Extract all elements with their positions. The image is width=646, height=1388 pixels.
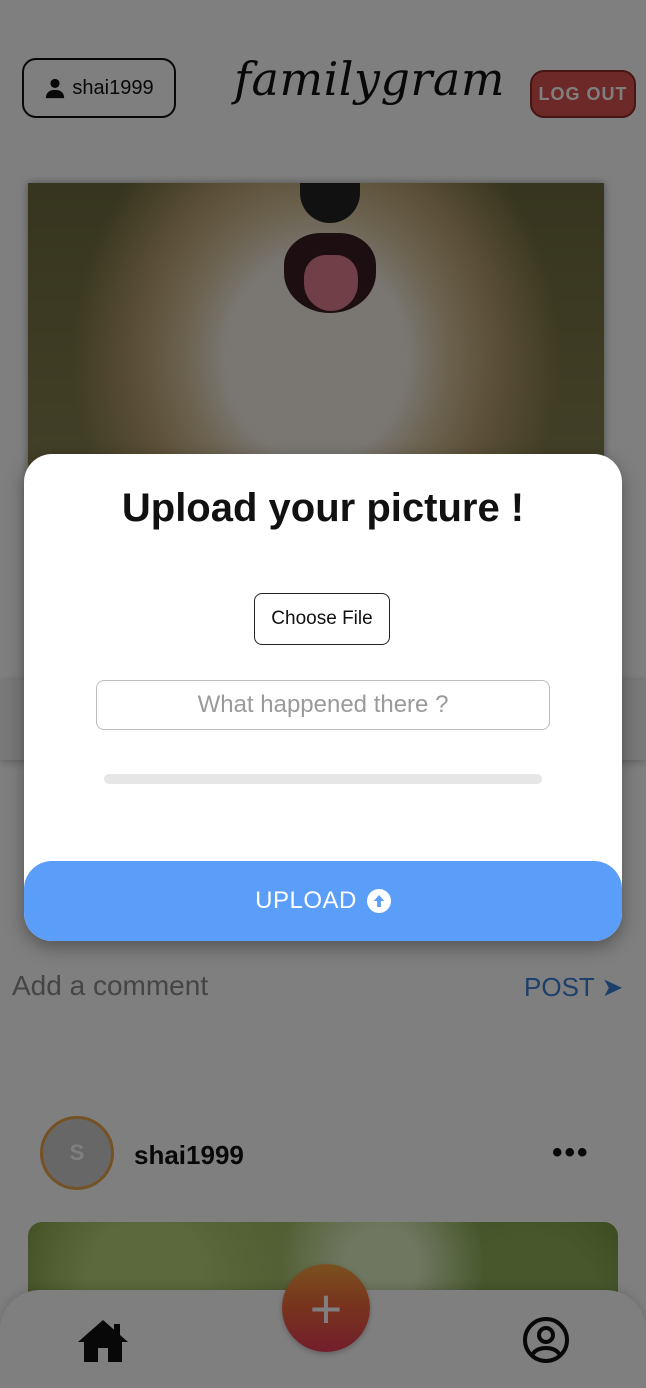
upload-modal: Upload your picture ! Choose File UPLOAD [24, 454, 622, 941]
choose-file-button[interactable]: Choose File [254, 593, 390, 645]
modal-title: Upload your picture ! [121, 486, 525, 530]
upload-progress-bar [104, 774, 542, 784]
upload-button[interactable]: UPLOAD [24, 861, 622, 941]
upload-button-label: UPLOAD [255, 887, 357, 914]
caption-input[interactable] [96, 680, 550, 730]
arrow-up-circle-icon [366, 889, 391, 913]
